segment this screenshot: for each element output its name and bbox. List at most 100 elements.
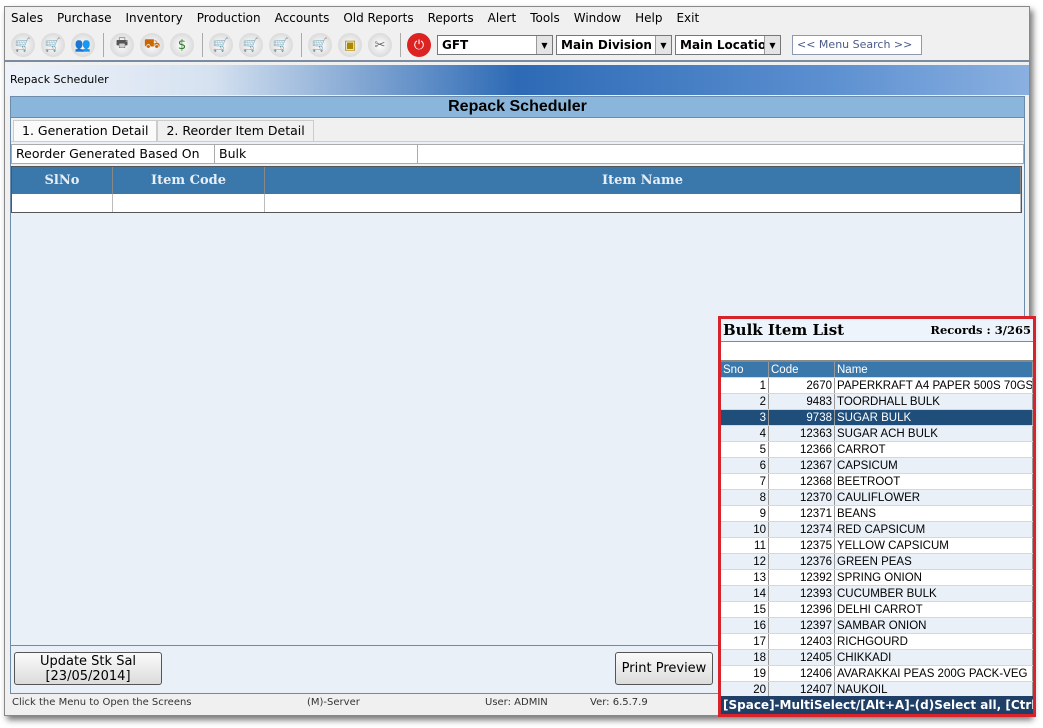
chevron-down-icon[interactable]: ▼ <box>536 36 552 54</box>
menu-reports[interactable]: Reports <box>428 11 474 25</box>
sno-cell: 6 <box>721 458 769 473</box>
chevron-down-icon[interactable]: ▼ <box>655 36 671 54</box>
name-cell: SPRING ONION <box>835 570 1033 585</box>
code-cell: 12366 <box>769 442 835 457</box>
separator <box>301 33 302 57</box>
menu-sales[interactable]: Sales <box>11 11 43 25</box>
cart-return-icon[interactable]: 🛒 <box>41 33 65 57</box>
list-item[interactable]: 12 12376 GREEN PEAS <box>721 554 1033 570</box>
tools-icon[interactable]: ✂ <box>368 33 392 57</box>
cell[interactable] <box>12 194 113 212</box>
name-cell: SAMBAR ONION <box>835 618 1033 633</box>
cart-icon[interactable]: 🛒 <box>269 33 293 57</box>
company-value: GFT <box>442 38 469 52</box>
package-icon[interactable]: ▣ <box>338 33 362 57</box>
code-cell: 12396 <box>769 602 835 617</box>
col-sno: Sno <box>721 362 769 377</box>
menu-production[interactable]: Production <box>197 11 261 25</box>
tab-generation-detail[interactable]: 1. Generation Detail <box>13 120 158 141</box>
list-item[interactable]: 1 2670 PAPERKRAFT A4 PAPER 500S 70GSM <box>721 378 1033 394</box>
list-item[interactable]: 6 12367 CAPSICUM <box>721 458 1033 474</box>
code-cell: 12403 <box>769 634 835 649</box>
name-cell: TOORDHALL BULK <box>835 394 1033 409</box>
list-item[interactable]: 9 12371 BEANS <box>721 506 1033 522</box>
list-item[interactable]: 4 12363 SUGAR ACH BULK <box>721 426 1033 442</box>
code-cell: 12375 <box>769 538 835 553</box>
list-item[interactable]: 7 12368 BEETROOT <box>721 474 1033 490</box>
based-on-value[interactable]: Bulk <box>215 145 418 163</box>
name-cell: GREEN PEAS <box>835 554 1033 569</box>
list-item[interactable]: 17 12403 RICHGOURD <box>721 634 1033 650</box>
code-cell: 12405 <box>769 650 835 665</box>
chevron-down-icon[interactable]: ▼ <box>764 36 780 54</box>
sno-cell: 9 <box>721 506 769 521</box>
sno-cell: 4 <box>721 426 769 441</box>
menu-purchase[interactable]: Purchase <box>57 11 112 25</box>
table-row[interactable] <box>12 194 1021 212</box>
menu-search-input[interactable]: << Menu Search >> <box>792 35 922 55</box>
popup-shortcut-hint: [Space]-MultiSelect/[Alt+A]-(d)Select al… <box>721 696 1036 714</box>
list-item[interactable]: 18 12405 CHIKKADI <box>721 650 1033 666</box>
popup-title: Bulk Item List <box>723 321 845 339</box>
cart-icon[interactable]: 🛒 <box>239 33 263 57</box>
cart-icon[interactable]: 🛒 <box>209 33 233 57</box>
company-select[interactable]: GFT ▼ <box>437 35 553 55</box>
power-icon[interactable]: ⏻ <box>407 33 431 57</box>
list-item[interactable]: 16 12397 SAMBAR ONION <box>721 618 1033 634</box>
popup-header-row: Sno Code Name <box>721 362 1033 378</box>
sno-cell: 17 <box>721 634 769 649</box>
records-count: Records : 3/265 <box>930 323 1031 337</box>
list-item[interactable]: 3 9738 SUGAR BULK <box>721 410 1033 426</box>
menu-exit[interactable]: Exit <box>676 11 699 25</box>
list-item[interactable]: 5 12366 CARROT <box>721 442 1033 458</box>
update-date: [23/05/2014] <box>45 669 131 684</box>
printer-icon[interactable]: 🖶 <box>110 33 134 57</box>
code-cell: 12392 <box>769 570 835 585</box>
name-cell: BEETROOT <box>835 474 1033 489</box>
cart-icon[interactable]: 🛒 <box>308 33 332 57</box>
money-icon[interactable]: $ <box>170 33 194 57</box>
menu-accounts[interactable]: Accounts <box>275 11 330 25</box>
list-item[interactable]: 19 12406 AVARAKKAI PEAS 200G PACK-VEG <box>721 666 1033 682</box>
list-item[interactable]: 13 12392 SPRING ONION <box>721 570 1033 586</box>
window-title-bar: Repack Scheduler <box>5 65 1029 95</box>
name-cell: SUGAR ACH BULK <box>835 426 1033 441</box>
list-item[interactable]: 8 12370 CAULIFLOWER <box>721 490 1033 506</box>
popup-search-input[interactable] <box>721 342 1033 362</box>
popup-header: Bulk Item List Records : 3/265 <box>721 319 1033 342</box>
code-cell: 9483 <box>769 394 835 409</box>
users-icon[interactable]: 👥 <box>71 33 95 57</box>
separator <box>103 33 104 57</box>
col-item-code[interactable]: Item Code <box>113 167 265 194</box>
list-item[interactable]: 15 12396 DELHI CARROT <box>721 602 1033 618</box>
window-title: Repack Scheduler <box>10 73 109 86</box>
col-item-name[interactable]: Item Name <box>265 167 1021 194</box>
menu-tools[interactable]: Tools <box>530 11 560 25</box>
name-cell: PAPERKRAFT A4 PAPER 500S 70GSM <box>837 378 1033 393</box>
list-item[interactable]: 11 12375 YELLOW CAPSICUM <box>721 538 1033 554</box>
code-cell: 12367 <box>769 458 835 473</box>
grid-header: SlNo Item Code Item Name <box>12 167 1021 194</box>
update-stock-sale-button[interactable]: Update Stk Sal [23/05/2014] <box>14 652 162 685</box>
cell[interactable] <box>265 194 1021 212</box>
name-cell: CAULIFLOWER <box>835 490 1033 505</box>
menu-alert[interactable]: Alert <box>488 11 517 25</box>
cart-icon[interactable]: 🛒 <box>11 33 35 57</box>
name-cell: CUCUMBER BULK <box>835 586 1033 601</box>
tab-reorder-item-detail[interactable]: 2. Reorder Item Detail <box>157 120 314 141</box>
cell[interactable] <box>113 194 265 212</box>
name-cell: YELLOW CAPSICUM <box>835 538 1033 553</box>
list-item[interactable]: 10 12374 RED CAPSICUM <box>721 522 1033 538</box>
list-item[interactable]: 14 12393 CUCUMBER BULK <box>721 586 1033 602</box>
menu-window[interactable]: Window <box>574 11 621 25</box>
delivery-icon[interactable]: ⛟ <box>140 33 164 57</box>
list-item[interactable]: 2 9483 TOORDHALL BULK <box>721 394 1033 410</box>
print-preview-button[interactable]: Print Preview <box>615 652 713 685</box>
sno-cell: 20 <box>721 682 769 697</box>
menu-inventory[interactable]: Inventory <box>125 11 182 25</box>
menu-help[interactable]: Help <box>635 11 662 25</box>
menu-old-reports[interactable]: Old Reports <box>343 11 413 25</box>
division-select[interactable]: Main Division ▼ <box>556 35 672 55</box>
location-select[interactable]: Main Location ▼ <box>675 35 781 55</box>
col-slno[interactable]: SlNo <box>12 167 113 194</box>
